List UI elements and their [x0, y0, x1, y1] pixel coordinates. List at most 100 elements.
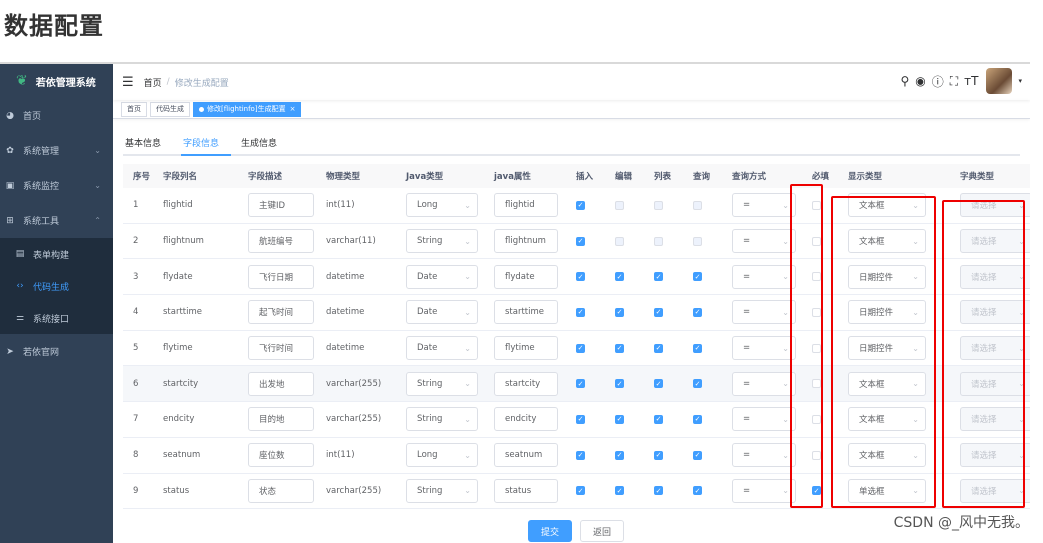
- description-input[interactable]: 座位数: [248, 443, 314, 468]
- query-mode-select[interactable]: = ⌄: [732, 264, 796, 289]
- github-icon[interactable]: ◉: [915, 74, 925, 88]
- java-type-select[interactable]: String ⌄: [406, 371, 478, 396]
- insert-checkbox[interactable]: ✓: [576, 200, 585, 210]
- query-checkbox[interactable]: ✓: [693, 272, 702, 282]
- tag-item[interactable]: 修改[flightinfo]生成配置 ×: [193, 101, 302, 117]
- sidebar-item[interactable]: ✿ 系统管理 ⌄: [0, 133, 113, 168]
- fullscreen-icon[interactable]: ⛶: [950, 74, 958, 89]
- sidebar-subitem[interactable]: ▤ 表单构建: [0, 238, 113, 270]
- sidebar-subitem[interactable]: ‹› 代码生成: [0, 270, 113, 302]
- hamburger-icon[interactable]: ☰: [122, 75, 134, 90]
- java-property-input[interactable]: flytime: [494, 336, 558, 361]
- list-checkbox[interactable]: ✓: [654, 414, 663, 424]
- insert-checkbox[interactable]: ✓: [576, 343, 585, 353]
- java-type-select[interactable]: Long ⌄: [406, 193, 478, 218]
- java-type-select[interactable]: String ⌄: [406, 229, 478, 254]
- query-checkbox[interactable]: [693, 200, 702, 210]
- list-checkbox[interactable]: ✓: [654, 272, 663, 282]
- sidebar-logo[interactable]: ❦ 若依管理系统: [0, 64, 113, 98]
- question-icon[interactable]: ⓘ: [932, 73, 944, 90]
- sidebar-item[interactable]: ⊞ 系统工具 ⌃: [0, 203, 113, 238]
- description-input[interactable]: 出发地: [248, 371, 314, 396]
- query-checkbox[interactable]: ✓: [693, 486, 702, 496]
- description-input[interactable]: 目的地: [248, 407, 314, 432]
- java-type-select[interactable]: Long ⌄: [406, 443, 478, 468]
- tab-item[interactable]: 字段信息: [181, 134, 232, 156]
- insert-checkbox[interactable]: ✓: [576, 486, 585, 496]
- java-type-select[interactable]: Date ⌄: [406, 300, 478, 325]
- insert-checkbox[interactable]: ✓: [576, 379, 585, 389]
- sidebar-item[interactable]: ◕ 首页: [0, 98, 113, 133]
- query-checkbox[interactable]: ✓: [693, 343, 702, 353]
- query-mode-select[interactable]: = ⌄: [732, 336, 796, 361]
- back-button[interactable]: 返回: [580, 520, 625, 542]
- tag-item[interactable]: 代码生成: [150, 101, 190, 117]
- java-property-input[interactable]: startcity: [494, 371, 558, 396]
- java-property-input[interactable]: flightid: [494, 193, 558, 218]
- java-type-select[interactable]: String ⌄: [406, 407, 478, 432]
- tab-item[interactable]: 生成信息: [239, 134, 289, 154]
- list-checkbox[interactable]: ✓: [654, 379, 663, 389]
- edit-checkbox[interactable]: [615, 200, 624, 210]
- edit-checkbox[interactable]: ✓: [615, 307, 624, 317]
- description-input[interactable]: 主键ID: [248, 193, 314, 218]
- java-property-input[interactable]: endcity: [494, 407, 558, 432]
- submit-button[interactable]: 提交: [528, 520, 573, 542]
- caret-down-icon[interactable]: ▾: [1018, 77, 1022, 85]
- query-mode-select[interactable]: = ⌄: [732, 478, 796, 503]
- query-mode-select[interactable]: = ⌄: [732, 443, 796, 468]
- java-type-select[interactable]: String ⌄: [406, 478, 478, 503]
- query-mode-select[interactable]: = ⌄: [732, 371, 796, 396]
- tab-item[interactable]: 基本信息: [123, 134, 173, 154]
- font-size-icon[interactable]: ᴛT: [964, 74, 978, 88]
- tag-item[interactable]: 首页: [121, 101, 147, 117]
- insert-checkbox[interactable]: ✓: [576, 307, 585, 317]
- list-checkbox[interactable]: ✓: [654, 450, 663, 460]
- edit-checkbox[interactable]: ✓: [615, 343, 624, 353]
- description-input[interactable]: 状态: [248, 478, 314, 503]
- query-checkbox[interactable]: [693, 236, 702, 246]
- query-mode-select[interactable]: = ⌄: [732, 193, 796, 218]
- description-input[interactable]: 起飞时间: [248, 300, 314, 325]
- java-type-select[interactable]: Date ⌄: [406, 336, 478, 361]
- query-mode-select[interactable]: = ⌄: [732, 229, 796, 254]
- query-checkbox[interactable]: ✓: [693, 379, 702, 389]
- edit-checkbox[interactable]: ✓: [615, 486, 624, 496]
- list-checkbox[interactable]: [654, 200, 663, 210]
- java-property-input[interactable]: seatnum: [494, 443, 558, 468]
- sidebar-item[interactable]: ▣ 系统监控 ⌄: [0, 168, 113, 203]
- insert-checkbox[interactable]: ✓: [576, 272, 585, 282]
- edit-checkbox[interactable]: ✓: [615, 450, 624, 460]
- query-checkbox[interactable]: ✓: [693, 414, 702, 424]
- avatar[interactable]: [986, 68, 1013, 94]
- list-checkbox[interactable]: ✓: [654, 343, 663, 353]
- query-checkbox[interactable]: ✓: [693, 307, 702, 317]
- edit-checkbox[interactable]: ✓: [615, 272, 624, 282]
- row-index: 3: [133, 271, 139, 282]
- close-icon[interactable]: ×: [290, 105, 296, 113]
- edit-checkbox[interactable]: ✓: [615, 414, 624, 424]
- query-mode-select[interactable]: = ⌄: [732, 300, 796, 325]
- description-input[interactable]: 航班编号: [248, 229, 314, 254]
- breadcrumb-home[interactable]: 首页: [144, 76, 162, 89]
- java-property-input[interactable]: flydate: [494, 264, 558, 289]
- insert-checkbox[interactable]: ✓: [576, 450, 585, 460]
- insert-checkbox[interactable]: ✓: [576, 236, 585, 246]
- java-type-select[interactable]: Date ⌄: [406, 264, 478, 289]
- query-checkbox[interactable]: ✓: [693, 450, 702, 460]
- insert-checkbox[interactable]: ✓: [576, 414, 585, 424]
- sidebar-subitem[interactable]: ⚌ 系统接口: [0, 302, 113, 334]
- java-property-input[interactable]: flightnum: [494, 229, 558, 254]
- java-property-input[interactable]: starttime: [494, 300, 558, 325]
- java-property-input[interactable]: status: [494, 478, 558, 503]
- edit-checkbox[interactable]: ✓: [615, 379, 624, 389]
- description-input[interactable]: 飞行日期: [248, 264, 314, 289]
- query-mode-select[interactable]: = ⌄: [732, 407, 796, 432]
- list-checkbox[interactable]: [654, 236, 663, 246]
- edit-checkbox[interactable]: [615, 236, 624, 246]
- description-input[interactable]: 飞行时间: [248, 336, 314, 361]
- list-checkbox[interactable]: ✓: [654, 486, 663, 496]
- search-icon[interactable]: ⚲: [900, 74, 909, 88]
- sidebar-item-external[interactable]: ➤ 若依官网: [0, 334, 113, 369]
- list-checkbox[interactable]: ✓: [654, 307, 663, 317]
